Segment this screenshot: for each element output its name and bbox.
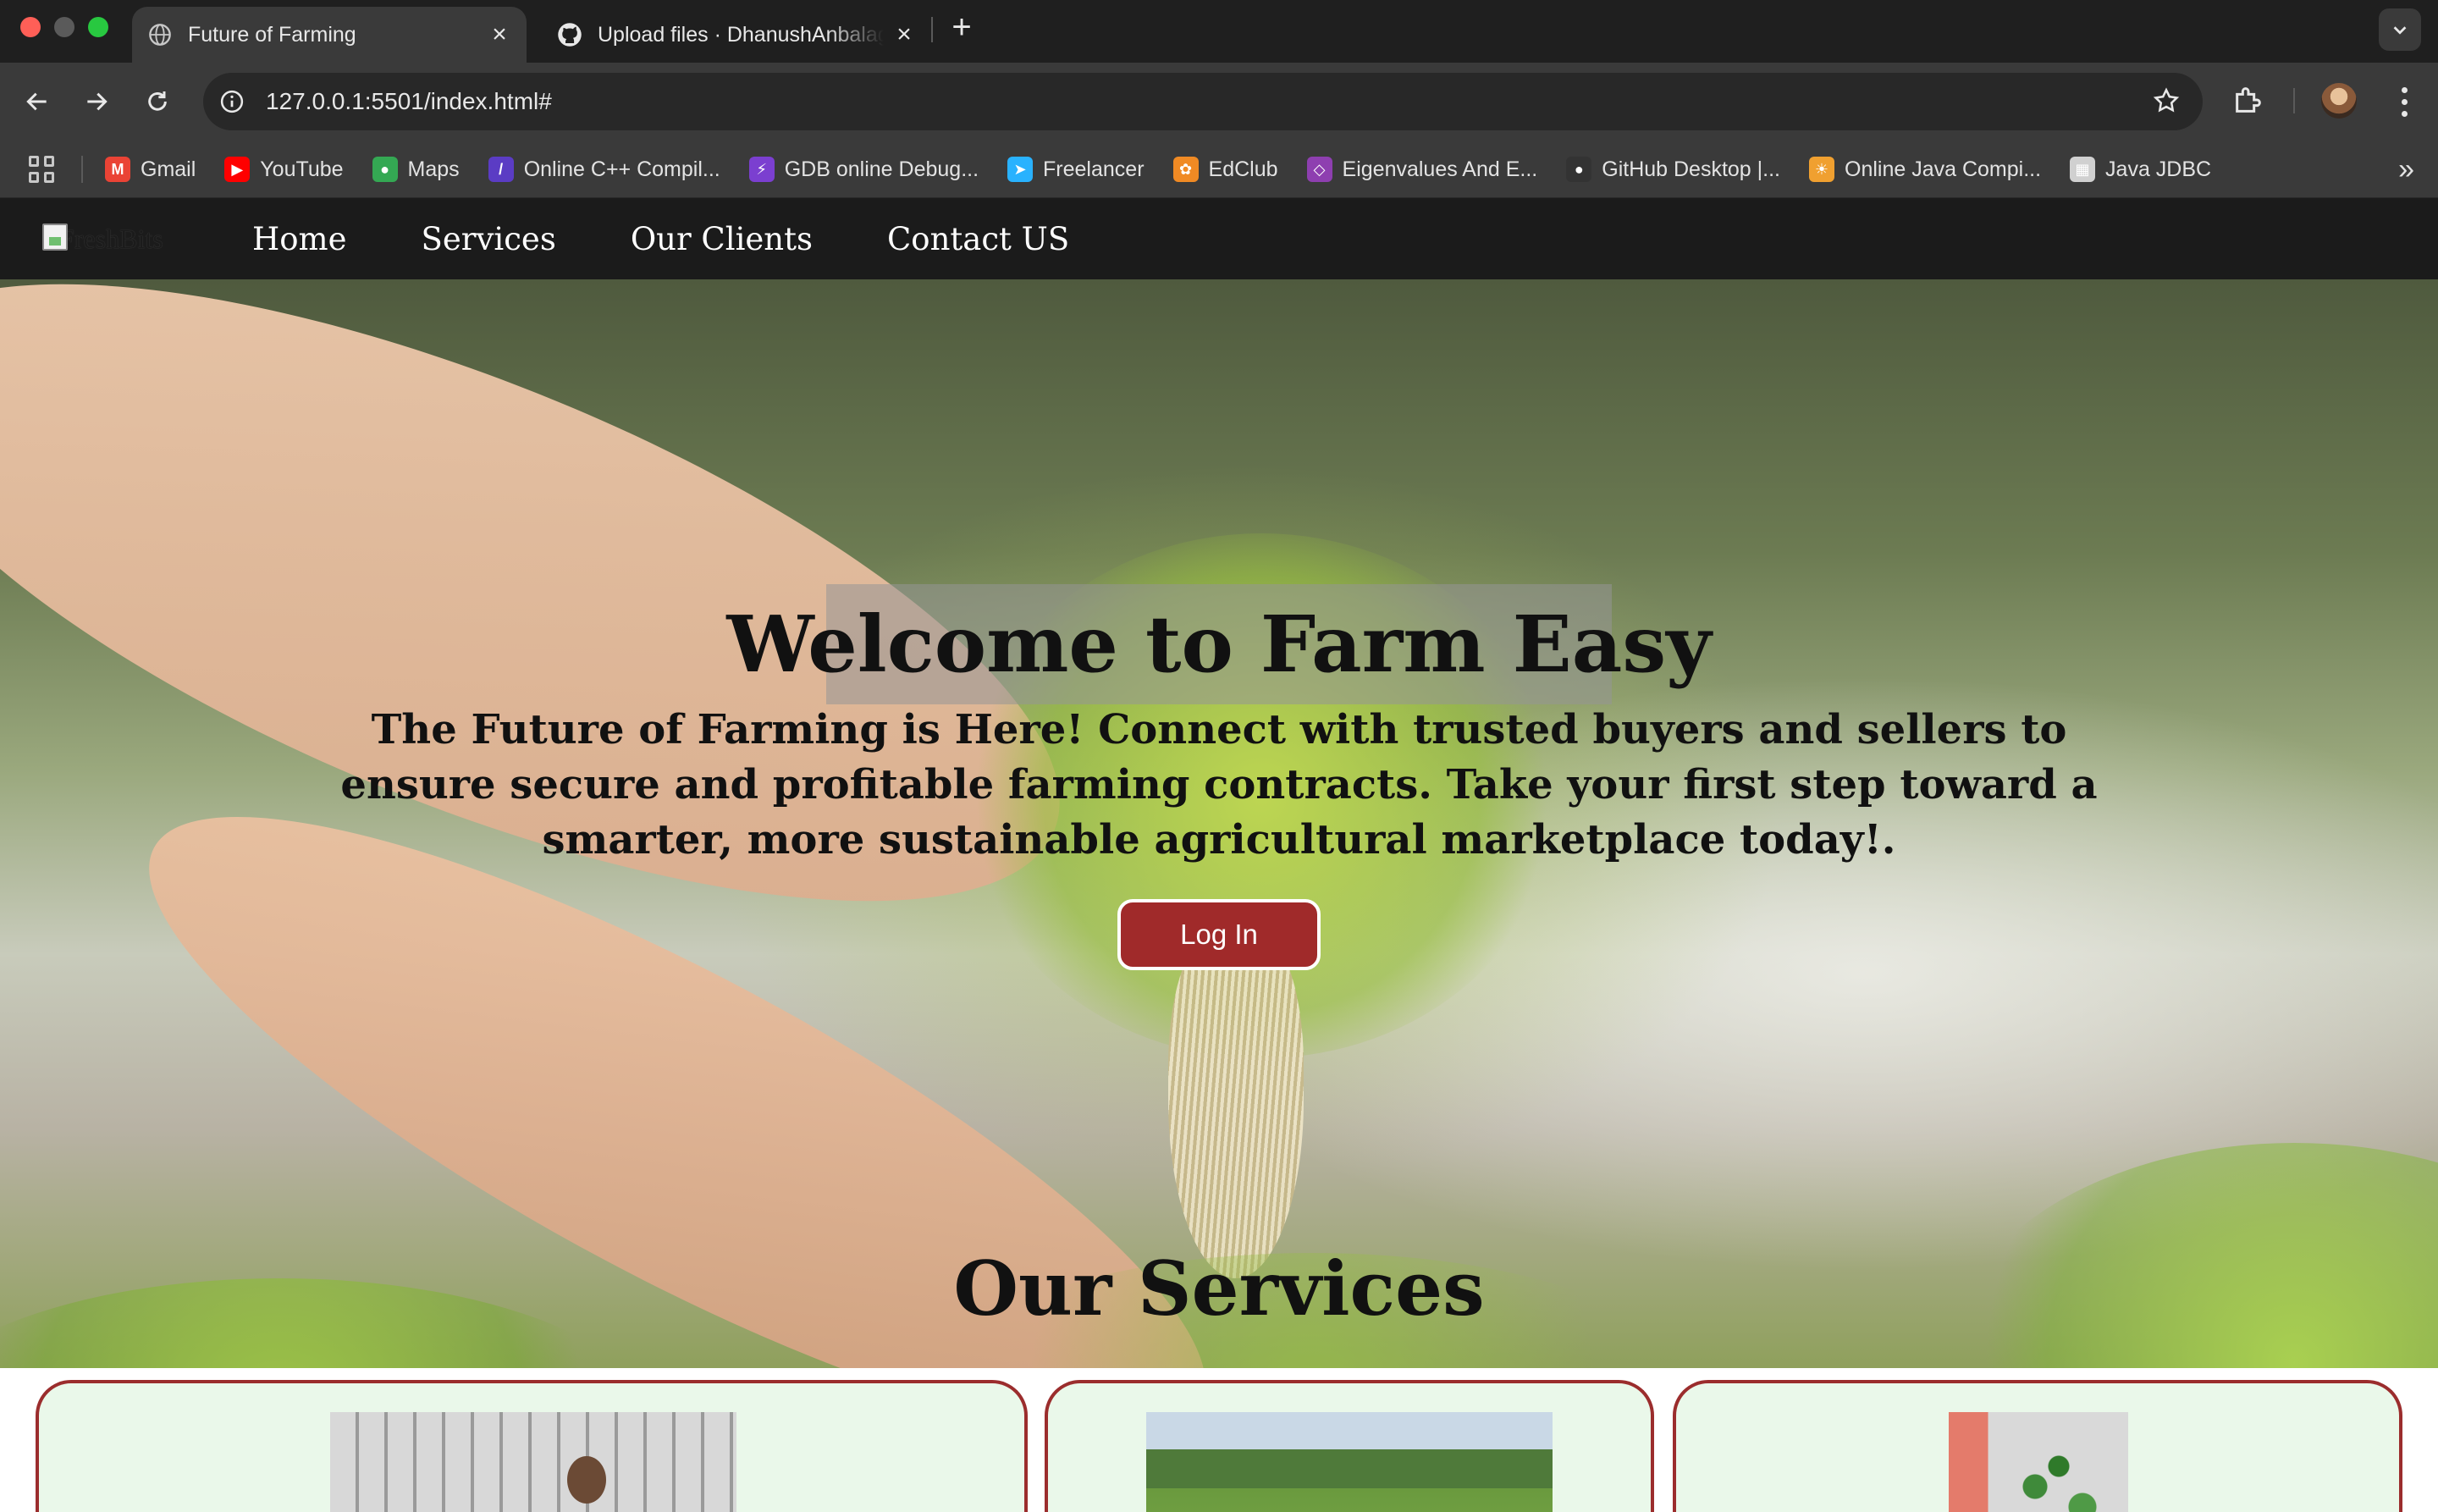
bookmark-item[interactable]: ▶ YouTube: [224, 157, 344, 182]
web-page: FreshBits Home Services Our Clients Cont…: [0, 198, 2438, 1512]
bookmark-label: EdClub: [1208, 157, 1278, 181]
bookmark-item[interactable]: ● GitHub Desktop |...: [1566, 157, 1780, 182]
bookmark-item[interactable]: ▦ Java JDBC: [2070, 157, 2211, 182]
forward-arrow-icon: [87, 92, 108, 111]
back-button[interactable]: [19, 83, 56, 120]
tab-separator: [931, 17, 933, 42]
bookmark-item[interactable]: M Gmail: [105, 157, 196, 182]
extensions-icon[interactable]: [2231, 83, 2265, 121]
bookmarks-bar: M Gmail ▶ YouTube ● Maps / Online C++ Compil...…: [0, 141, 2438, 198]
bookmark-label: Java JDBC: [2105, 157, 2212, 181]
apps-grid-icon[interactable]: [29, 156, 56, 183]
bookmark-label: Gmail: [141, 157, 196, 181]
reload-icon: [148, 91, 167, 111]
url-text: 127.0.0.1:5501/index.html#: [266, 88, 552, 114]
close-tab-icon[interactable]: ×: [488, 20, 511, 48]
tab-future-of-farming[interactable]: Future of Farming ×: [132, 7, 527, 63]
gmail-icon: M: [105, 157, 130, 182]
github-icon: [557, 22, 582, 47]
site-navbar: FreshBits Home Services Our Clients Cont…: [0, 198, 2438, 279]
toolbar-separator: [2293, 88, 2295, 113]
gdb-icon: ⚡: [748, 157, 775, 182]
bookmark-item[interactable]: ➤ Freelancer: [1007, 157, 1145, 182]
youtube-icon: ▶: [224, 157, 251, 182]
bookmark-item[interactable]: ☀ Online Java Compi...: [1809, 157, 2041, 182]
bookmark-item[interactable]: ⚡ GDB online Debug...: [748, 157, 979, 182]
jdbc-icon: ▦: [2070, 157, 2096, 182]
service-card-image: [1949, 1412, 2128, 1512]
bookmark-label: Freelancer: [1043, 157, 1145, 181]
logo-alt-text: FreshBits: [59, 223, 163, 254]
tab-title: Future of Farming: [188, 22, 356, 47]
tab-title: Upload files · DhanushAnbalagan: [598, 22, 884, 47]
browser-menu-icon[interactable]: [2387, 83, 2421, 120]
bookmark-label: GDB online Debug...: [784, 157, 979, 181]
bookmark-item[interactable]: ✿ EdClub: [1172, 157, 1278, 182]
tab-search-button[interactable]: [2379, 8, 2421, 51]
globe-icon: [147, 22, 173, 47]
forward-button[interactable]: [78, 83, 115, 120]
minimize-window-button[interactable]: [54, 17, 74, 37]
hero-subtitle: The Future of Farming is Here! Connect w…: [340, 706, 2098, 864]
bookmark-star-icon[interactable]: [2152, 86, 2181, 119]
broken-image-icon: [42, 223, 68, 251]
profile-avatar[interactable]: [2321, 83, 2357, 119]
maps-icon: ●: [372, 157, 398, 182]
browser-tab-strip: Future of Farming × Upload files · Dhanu…: [0, 0, 2438, 63]
service-card[interactable]: [1045, 1380, 1654, 1512]
bookmark-label: Online C++ Compil...: [523, 157, 720, 181]
more-bookmarks-icon[interactable]: »: [2398, 155, 2414, 184]
bookmark-item[interactable]: ◇ Eigenvalues And E...: [1306, 157, 1538, 182]
back-arrow-icon: [26, 92, 47, 111]
login-button[interactable]: Log In: [1117, 899, 1321, 970]
maximize-window-button[interactable]: [88, 17, 108, 37]
services-heading: Our Services: [953, 1244, 1485, 1333]
bookmark-label: GitHub Desktop |...: [1602, 157, 1780, 181]
service-card-image: [1146, 1412, 1553, 1512]
bookmark-label: YouTube: [260, 157, 344, 181]
nav-link-services[interactable]: Services: [422, 221, 556, 257]
bookmarks-separator: [81, 156, 83, 183]
address-bar[interactable]: 127.0.0.1:5501/index.html#: [203, 73, 2203, 130]
bookmark-label: Online Java Compi...: [1845, 157, 2042, 181]
bookmark-label: Maps: [407, 157, 460, 181]
bookmark-label: Eigenvalues And E...: [1342, 157, 1538, 181]
nav-links: Home Services Our Clients Contact US: [252, 198, 1144, 279]
github-icon: ●: [1566, 157, 1592, 182]
nav-link-contact-us[interactable]: Contact US: [887, 221, 1069, 257]
bookmark-item[interactable]: / Online C++ Compil...: [488, 157, 720, 182]
nav-link-home[interactable]: Home: [252, 221, 347, 257]
edclub-icon: ✿: [1172, 157, 1199, 182]
nav-link-our-clients[interactable]: Our Clients: [631, 221, 813, 257]
chevron-down-icon: [2393, 26, 2407, 35]
reload-button[interactable]: [139, 83, 176, 120]
new-tab-button[interactable]: +: [946, 10, 977, 44]
site-info-icon[interactable]: [215, 85, 249, 119]
java-compiler-icon: ☀: [1809, 157, 1834, 182]
hero-section: Welcome to Farm Easy The Future of Farmi…: [0, 279, 2438, 1368]
service-card[interactable]: [1673, 1380, 2402, 1512]
bookmarks-list: M Gmail ▶ YouTube ● Maps / Online C++ Compil...…: [105, 141, 2240, 198]
tab-upload-files[interactable]: Upload files · DhanushAnbalagan ×: [542, 7, 931, 63]
freelancer-icon: ➤: [1007, 157, 1034, 182]
services-cards: [0, 1368, 2438, 1512]
service-card[interactable]: [36, 1380, 1028, 1512]
eigen-icon: ◇: [1306, 157, 1332, 182]
close-window-button[interactable]: [20, 17, 41, 37]
cpp-compiler-icon: /: [488, 157, 514, 182]
hero-title: Welcome to Farm Easy: [726, 584, 1712, 704]
bookmark-item[interactable]: ● Maps: [372, 157, 460, 182]
service-card-image: [330, 1412, 736, 1512]
close-tab-icon[interactable]: ×: [892, 20, 916, 48]
site-logo[interactable]: FreshBits: [42, 223, 163, 257]
